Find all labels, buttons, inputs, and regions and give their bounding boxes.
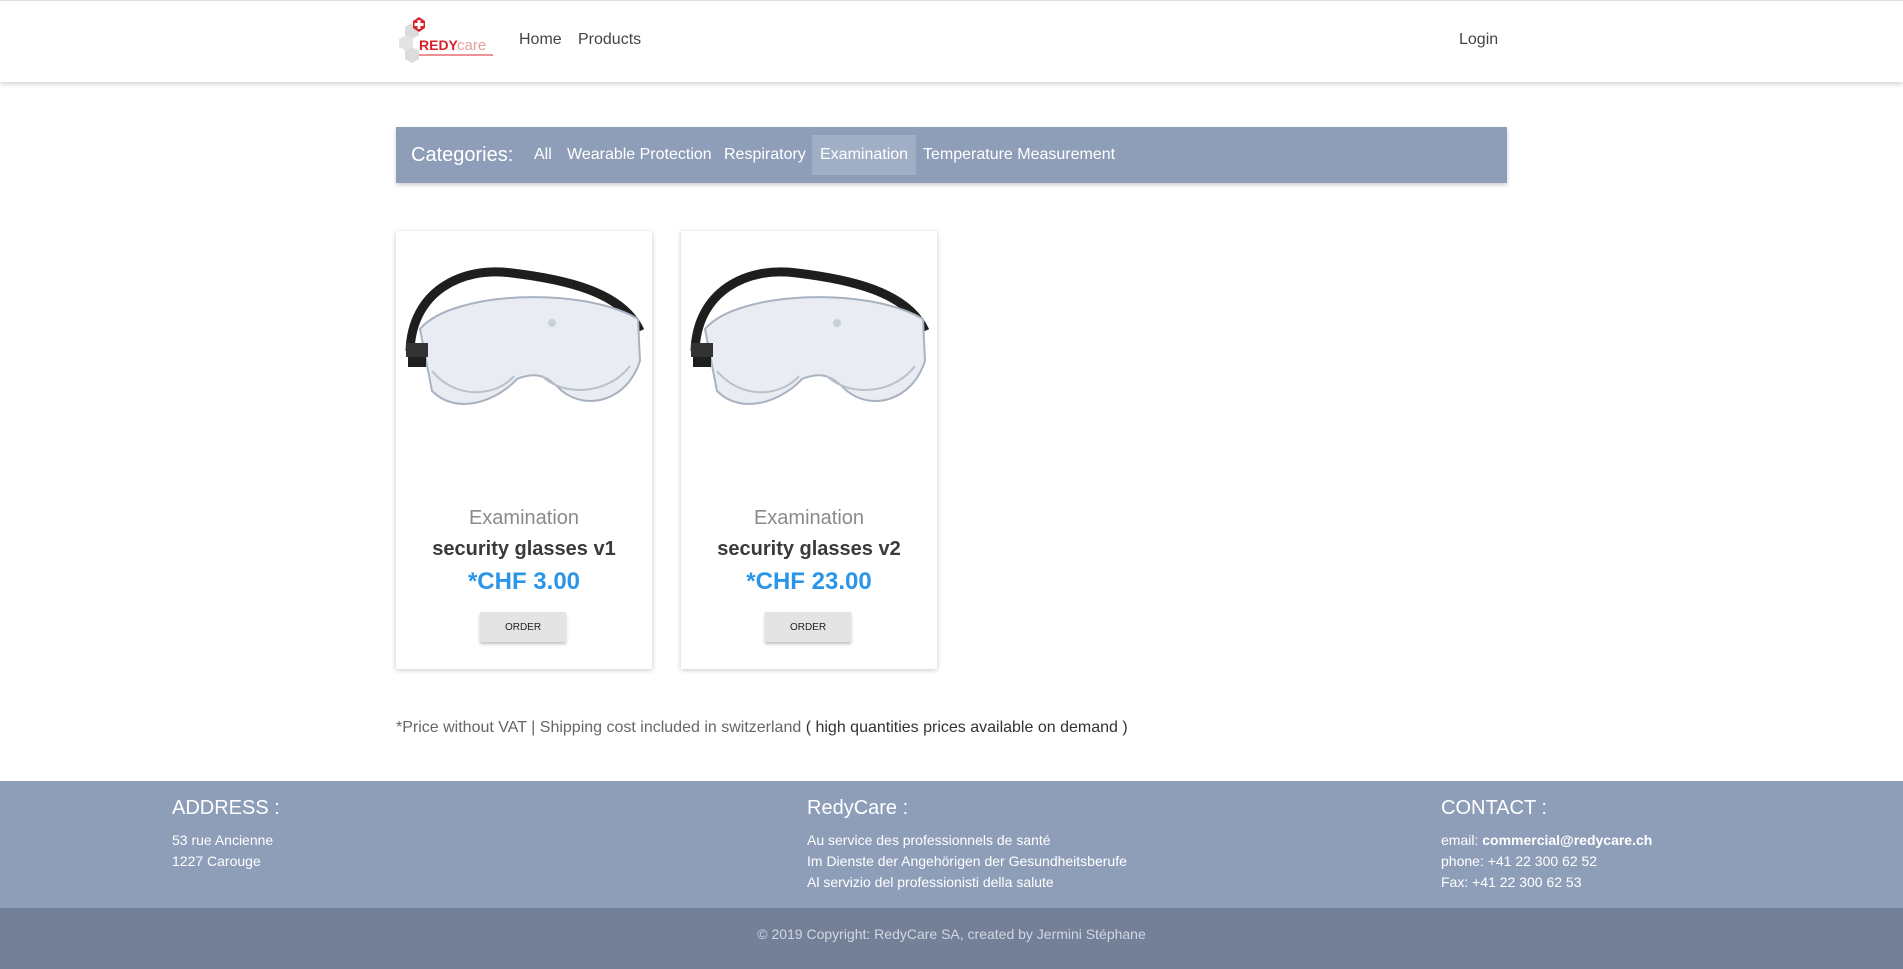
product-card: Examination security glasses v1 *CHF 3.0… — [396, 231, 652, 669]
product-name: security glasses v1 — [432, 538, 616, 560]
nav-home-link[interactable]: Home — [519, 31, 562, 49]
order-button[interactable]: ORDER — [480, 612, 566, 642]
svg-text:REDY: REDY — [419, 37, 459, 53]
footer-contact: CONTACT : email: commercial@redycare.ch … — [1441, 797, 1652, 893]
footer-email-link[interactable]: commercial@redycare.ch — [1482, 832, 1652, 848]
footer: ADDRESS : 53 rue Ancienne 1227 Carouge R… — [0, 781, 1903, 908]
nav-login-link[interactable]: Login — [1459, 31, 1498, 49]
nav-products-link[interactable]: Products — [578, 31, 641, 49]
categories-title: Categories: — [411, 144, 514, 166]
safety-goggles-image[interactable] — [402, 251, 646, 451]
navbar: REDY care Home Products Login — [0, 0, 1903, 82]
category-temperature-measurement[interactable]: Temperature Measurement — [915, 135, 1123, 175]
product-name: security glasses v2 — [717, 538, 901, 560]
footer-company-line: Im Dienste der Angehörigen der Gesundhei… — [807, 853, 1127, 869]
footer-company-line: Al servizio del professionisti della sal… — [807, 874, 1054, 890]
category-respiratory[interactable]: Respiratory — [716, 135, 814, 175]
footer-phone: phone: +41 22 300 62 52 — [1441, 853, 1598, 869]
price-note-text: *Price without VAT | Shipping cost inclu… — [396, 719, 802, 736]
categories-bar: Categories: All Wearable Protection Resp… — [396, 127, 1507, 183]
safety-goggles-image[interactable] — [687, 251, 931, 451]
footer-email: email: commercial@redycare.ch — [1441, 830, 1652, 851]
footer-address-line: 1227 Carouge — [172, 853, 261, 869]
footer-address-title: ADDRESS : — [172, 797, 280, 819]
svg-text:care: care — [457, 37, 486, 54]
copyright: © 2019 Copyright: RedyCare SA, created b… — [0, 908, 1903, 969]
price-note-demand: ( high quantities prices available on de… — [801, 719, 1128, 736]
redycare-logo[interactable]: REDY care — [395, 17, 497, 67]
product-price: *CHF 3.00 — [467, 568, 581, 595]
product-price: *CHF 23.00 — [746, 568, 872, 595]
footer-company: RedyCare : Au service des professionnels… — [807, 797, 1127, 893]
product-category: Examination — [753, 507, 865, 529]
footer-contact-title: CONTACT : — [1441, 797, 1547, 819]
product-category: Examination — [468, 507, 580, 529]
price-note: *Price without VAT | Shipping cost inclu… — [396, 719, 1128, 737]
footer-company-title: RedyCare : — [807, 797, 909, 819]
product-card: Examination security glasses v2 *CHF 23.… — [681, 231, 937, 669]
order-button[interactable]: ORDER — [765, 612, 851, 642]
category-all[interactable]: All — [526, 135, 560, 175]
footer-company-line: Au service des professionnels de santé — [807, 832, 1051, 848]
footer-fax: Fax: +41 22 300 62 53 — [1441, 874, 1582, 890]
footer-address: ADDRESS : 53 rue Ancienne 1227 Carouge — [172, 797, 280, 872]
footer-address-line: 53 rue Ancienne — [172, 832, 274, 848]
category-wearable-protection[interactable]: Wearable Protection — [559, 135, 720, 175]
category-examination[interactable]: Examination — [812, 135, 917, 175]
footer-email-label: email: — [1441, 832, 1483, 848]
